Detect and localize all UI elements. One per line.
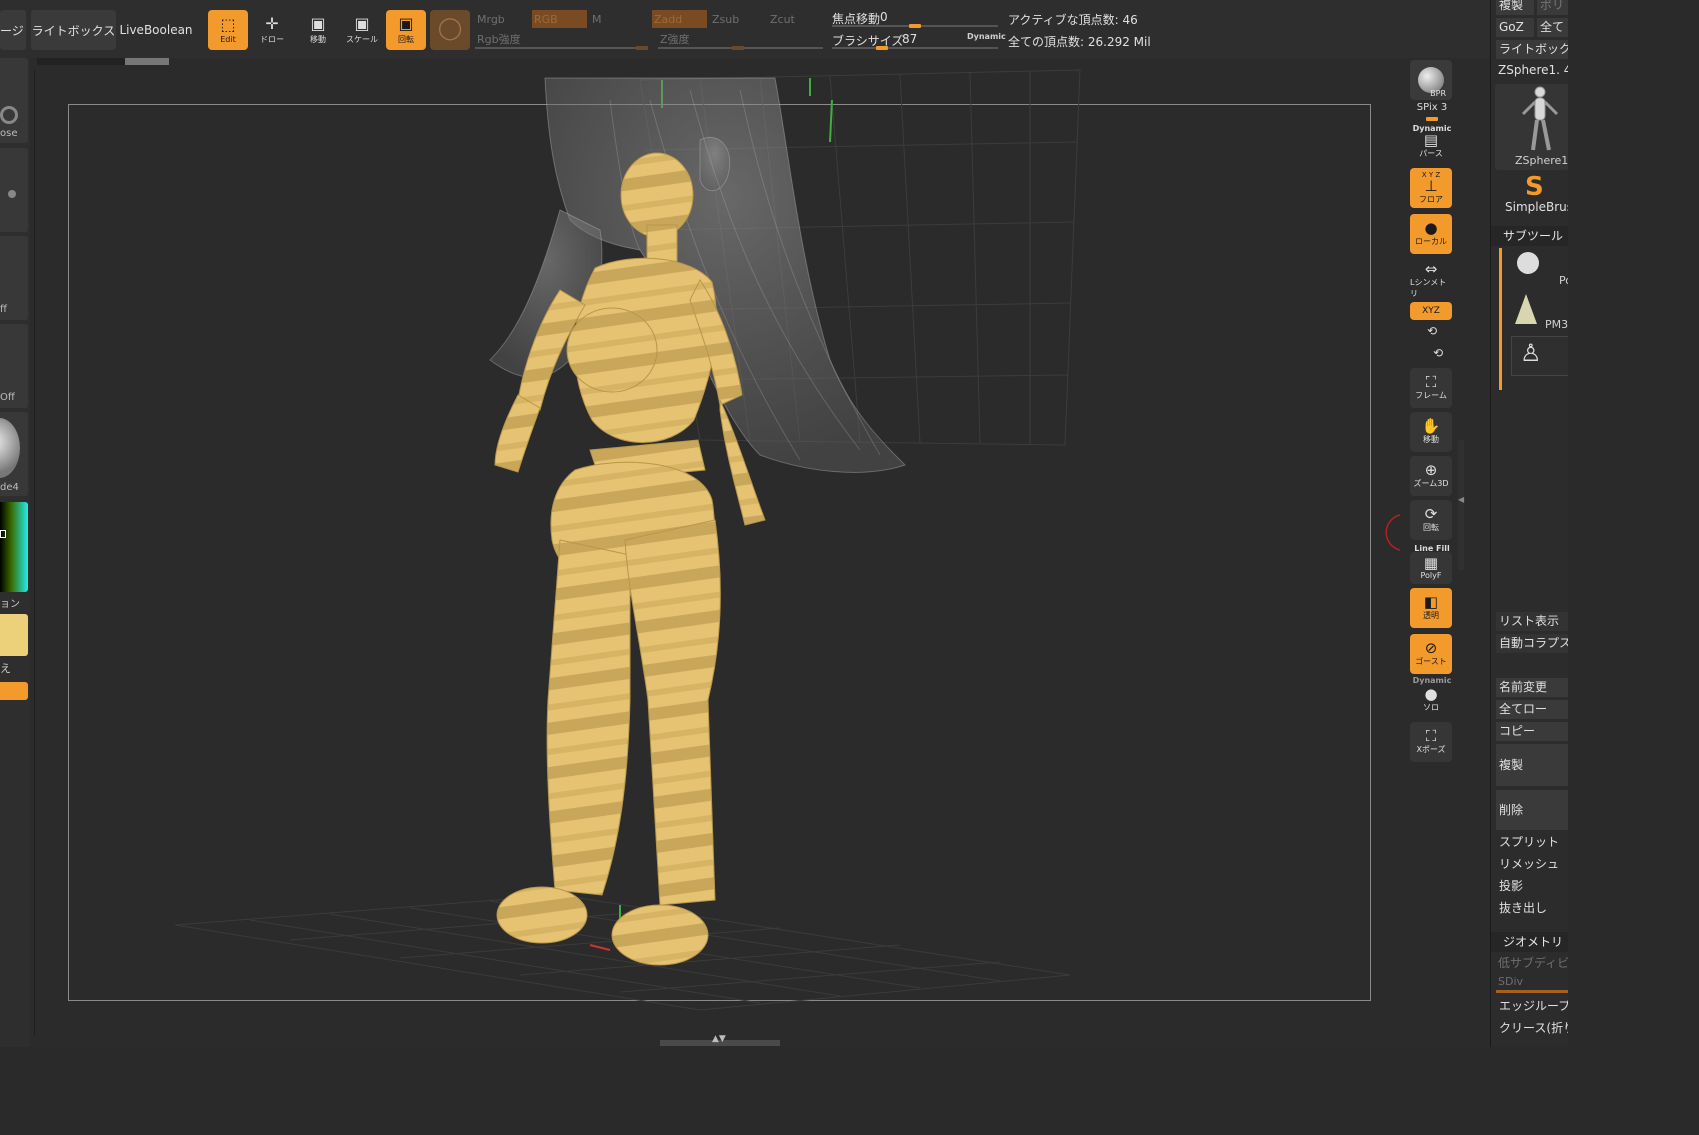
polymesh-top-button[interactable]: ポリ [1537, 0, 1568, 15]
remesh-button[interactable]: リメッシュ [1496, 855, 1568, 874]
perspective-label: パース [1419, 149, 1443, 158]
extract-button[interactable]: 抜き出し [1496, 899, 1568, 918]
polyf-button[interactable]: ▦ PolyF [1410, 552, 1452, 584]
solo-button[interactable]: ● ソロ [1410, 684, 1452, 716]
subtool-head-label: Po [1559, 274, 1568, 287]
move-view-label: 移動 [1423, 435, 1439, 444]
auto-collapse-button[interactable]: 自動コラプス [1496, 634, 1568, 653]
bpr-label: BPR [1430, 89, 1446, 98]
subtool-item-pm3[interactable]: PM3 [1511, 292, 1568, 332]
rename-button[interactable]: 名前変更 [1496, 678, 1568, 697]
local-button[interactable]: ● ローカル [1410, 214, 1452, 254]
hand-icon: ✋ [1421, 417, 1441, 435]
xpose-label: Xポーズ [1416, 745, 1446, 754]
rotate-view-icon: ⟳ [1424, 505, 1438, 523]
zsphere-slider-label[interactable]: ZSphere1. 48 [1498, 63, 1568, 77]
frame-label: フレーム [1415, 391, 1447, 400]
collapse-arrow-icon: ◀ [1458, 495, 1465, 504]
zoom3d-button[interactable]: ⊕ ズーム3D [1410, 456, 1452, 496]
bottom-tray-grip[interactable]: ▲▼ [660, 1034, 780, 1046]
figure-thumbnail-icon: ♙ [1520, 339, 1542, 367]
crease-button[interactable]: クリース(折り [1496, 1019, 1568, 1038]
expand-arrows-icon: ▲▼ [712, 1034, 726, 1044]
ghost-label: ゴースト [1415, 657, 1447, 666]
subtool-pm3-label: PM3 [1545, 318, 1568, 331]
xpose-icon: ⛶ [1425, 727, 1437, 745]
spix-label[interactable]: SPix 3 [1406, 102, 1458, 113]
head-thumbnail-icon [1517, 252, 1539, 274]
geometry-section-header[interactable]: ジオメトリ [1491, 932, 1568, 952]
split-button[interactable]: スプリット [1496, 833, 1568, 852]
goz-button[interactable]: GoZ [1496, 18, 1534, 37]
all-button[interactable]: 全て [1537, 18, 1568, 37]
rotate-view-button[interactable]: ⟳ 回転 [1410, 500, 1452, 540]
subtool-scrollbar[interactable] [1499, 248, 1502, 390]
transp-icon: ◧ [1423, 593, 1439, 611]
current-tool-thumbnail[interactable]: ZSphere1 [1495, 84, 1568, 170]
sdiv-slider-label[interactable]: SDiv [1498, 975, 1523, 988]
lsym-label: Lシンメトリ [1410, 277, 1447, 298]
duplicate-top-button[interactable]: 複製 [1496, 0, 1534, 15]
floor-icon: ⊥ [1424, 177, 1438, 195]
move-view-button[interactable]: ✋ 移動 [1410, 412, 1452, 452]
tool-lightbox-button[interactable]: ライトボックス [1496, 40, 1568, 59]
floor-label: フロア [1419, 195, 1443, 204]
list-view-button[interactable]: リスト表示 [1496, 612, 1568, 631]
lsym-icon: ⇔ [1424, 259, 1438, 278]
subtool-item-zsphere[interactable]: ♙ [1511, 336, 1568, 376]
local-label: ローカル [1415, 237, 1447, 246]
ghost-button[interactable]: ⊘ ゴースト [1410, 634, 1452, 674]
simplebrush-icon: S [1525, 172, 1544, 202]
polyf-label: PolyF [1420, 571, 1442, 580]
subtool-section-header[interactable]: サブツール [1491, 226, 1568, 246]
frame-icon: ⛶ [1425, 373, 1437, 391]
ghost-icon: ⊘ [1424, 639, 1438, 657]
project-button[interactable]: 投影 [1496, 877, 1568, 896]
delete-button[interactable]: 削除 [1496, 790, 1568, 830]
transp-label: 透明 [1423, 611, 1439, 620]
lsym-button[interactable]: ⇔ Lシンメトリ [1410, 260, 1452, 300]
all-low-button[interactable]: 全てロー [1496, 700, 1568, 719]
frame-button[interactable]: ⛶ フレーム [1410, 368, 1452, 408]
rotate-view-label: 回転 [1423, 523, 1439, 532]
floor-button[interactable]: X Y Z ⊥ フロア [1410, 168, 1452, 208]
lower-subdiv-button[interactable]: 低サブディビ [1498, 954, 1568, 971]
right-shelf: BPR SPix 3 Dynamic ▤ パース X Y Z ⊥ フロア ● ロ… [1406, 58, 1458, 1047]
solo-icon: ● [1424, 685, 1438, 703]
sdiv-slider[interactable] [1496, 990, 1568, 993]
simplebrush-tool[interactable]: SimpleBrush [1505, 200, 1568, 214]
subtool-item-head[interactable]: Po [1511, 248, 1568, 288]
hair-thumbnail-icon [1515, 294, 1537, 324]
xyz-label: XYZ [1422, 306, 1440, 316]
perspective-grid-icon: ▤ [1423, 131, 1439, 149]
rotate-z-icon[interactable]: ⟲ [1412, 346, 1464, 360]
solo-label: ソロ [1423, 703, 1439, 712]
zbrush-window: ージ ライトボックス LiveBoolean ⬚ Edit ✛ ドロー ▣ 移動… [0, 0, 1568, 1047]
edgeloop-button[interactable]: エッジループ [1496, 997, 1568, 1016]
zoom3d-label: ズーム3D [1413, 479, 1449, 488]
perspective-button[interactable]: ▤ パース [1410, 128, 1452, 164]
bpr-button[interactable]: BPR [1410, 60, 1452, 100]
zoom-icon: ⊕ [1424, 461, 1438, 479]
zsphere-name: ZSphere1 [1515, 154, 1568, 167]
xpose-button[interactable]: ⛶ Xポーズ [1410, 722, 1452, 762]
polyf-grid-icon: ▦ [1423, 554, 1439, 572]
panel-splitter[interactable]: ◀ [1458, 440, 1464, 570]
zsphere-figure-icon [1521, 86, 1559, 151]
xyz-button[interactable]: XYZ [1410, 302, 1452, 320]
spix-slider-knob[interactable] [1426, 117, 1438, 121]
copy-button[interactable]: コピー [1496, 722, 1568, 741]
duplicate-button[interactable]: 複製 [1496, 744, 1568, 786]
tool-palette: 複製 ポリ GoZ 全て ライトボックス ZSphere1. 48 ZSpher… [1490, 0, 1568, 1047]
viewport-scene[interactable] [0, 0, 1568, 1047]
rotate-y-icon[interactable]: ⟲ [1406, 324, 1458, 338]
local-icon: ● [1424, 219, 1438, 237]
transp-button[interactable]: ◧ 透明 [1410, 588, 1452, 628]
